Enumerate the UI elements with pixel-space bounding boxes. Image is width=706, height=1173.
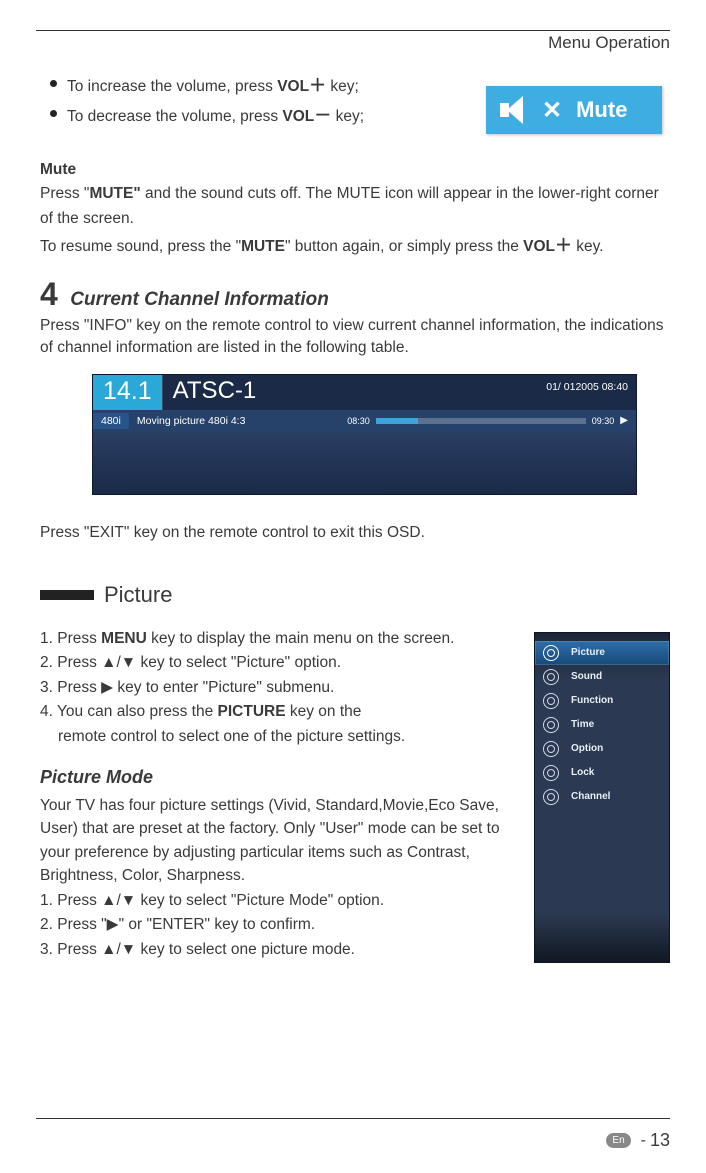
text: key. xyxy=(572,238,604,255)
menu-item-time[interactable]: Time xyxy=(535,713,669,737)
menu-item-label: Option xyxy=(571,743,603,754)
mute-key: MUTE" xyxy=(89,185,140,202)
osd-resolution: 480i xyxy=(93,413,129,429)
menu-item-label: Channel xyxy=(571,791,610,802)
text: To increase the volume, press xyxy=(67,78,277,95)
menu-item-picture[interactable]: Picture xyxy=(535,641,669,665)
mute-key: MUTE xyxy=(241,238,285,255)
menu-item-label: Sound xyxy=(571,671,602,682)
osd-channel-name: ATSC-1 xyxy=(162,375,547,410)
osd-end-time: 09:30 xyxy=(592,416,615,426)
section-desc: Press "INFO" key on the remote control t… xyxy=(40,315,670,360)
menu-item-function[interactable]: Function xyxy=(535,689,669,713)
picture-menu-icon xyxy=(543,645,559,661)
osd-program-title: Moving picture 480i 4:3 xyxy=(137,415,246,427)
vol-key: VOL xyxy=(523,238,555,255)
text: " button again, or simply press the xyxy=(285,238,523,255)
mute-osd-badge: ✕ Mute xyxy=(486,86,662,134)
sound-menu-icon xyxy=(543,669,559,685)
menu-item-lock[interactable]: Lock xyxy=(535,761,669,785)
text: Press " xyxy=(40,185,89,202)
section-title: Current Channel Information xyxy=(70,289,329,310)
text: key on the xyxy=(286,703,362,720)
language-badge: En xyxy=(606,1133,630,1148)
exit-instruction: Press "EXIT" key on the remote control t… xyxy=(40,521,670,546)
menu-item-label: Time xyxy=(571,719,594,730)
text: 1. Press xyxy=(40,630,101,647)
osd-datetime: 01/ 012005 08:40 xyxy=(546,375,636,393)
plus-symbol: ＋ xyxy=(555,236,572,255)
page-footer: En - 13 xyxy=(606,1130,670,1151)
time-menu-icon xyxy=(543,717,559,733)
picture-heading: Picture xyxy=(104,582,172,608)
play-icon: ▶ xyxy=(620,415,628,426)
channel-menu-icon xyxy=(543,789,559,805)
footer-rule xyxy=(36,1118,670,1119)
picture-key: PICTURE xyxy=(218,703,286,720)
menu-item-option[interactable]: Option xyxy=(535,737,669,761)
text: To resume sound, press the " xyxy=(40,238,241,255)
bullet-icon xyxy=(50,110,57,117)
step-3: 3. Press ▶ key to enter "Picture" submen… xyxy=(40,676,530,700)
section-number: 4 xyxy=(40,276,58,312)
menu-item-sound[interactable]: Sound xyxy=(535,665,669,689)
page-number: 13 xyxy=(650,1130,670,1151)
mute-badge-label: Mute xyxy=(576,97,627,123)
osd-body xyxy=(93,432,636,494)
mode-step-1: 1. Press ▲/▼ key to select "Picture Mode… xyxy=(40,889,530,913)
option-menu-icon xyxy=(543,741,559,757)
step-4b: remote control to select one of the pict… xyxy=(58,725,530,749)
minus-symbol: － xyxy=(314,106,331,125)
menu-item-label: Picture xyxy=(571,647,605,658)
osd-start-time: 08:30 xyxy=(347,416,370,426)
mode-step-3: 3. Press ▲/▼ key to select one picture m… xyxy=(40,938,530,962)
vol-key: VOL xyxy=(277,78,309,95)
text: key to display the main menu on the scre… xyxy=(147,630,455,647)
bullet-icon xyxy=(50,80,57,87)
mute-cross-icon: ✕ xyxy=(542,96,562,125)
text: key; xyxy=(326,78,359,95)
menu-key: MENU xyxy=(101,630,147,647)
menu-item-label: Lock xyxy=(571,767,594,778)
speaker-icon xyxy=(498,92,538,128)
channel-info-osd: 14.1 ATSC-1 01/ 012005 08:40 480i Moving… xyxy=(92,374,637,495)
picture-mode-heading: Picture Mode xyxy=(40,764,530,791)
picture-heading-row: Picture xyxy=(40,582,670,608)
menu-item-label: Function xyxy=(571,695,613,706)
plus-symbol: ＋ xyxy=(309,76,326,95)
footer-dash: - xyxy=(641,1132,646,1150)
vol-key: VOL xyxy=(282,108,314,125)
function-menu-icon xyxy=(543,693,559,709)
text: key; xyxy=(331,108,364,125)
heading-bar-icon xyxy=(40,590,94,600)
osd-progress-bar xyxy=(376,418,586,424)
menu-item-channel[interactable]: Channel xyxy=(535,785,669,809)
mute-heading: Mute xyxy=(40,161,76,178)
lock-menu-icon xyxy=(543,765,559,781)
section-title: Menu Operation xyxy=(0,31,706,69)
osd-channel-number: 14.1 xyxy=(93,375,162,410)
main-menu-osd: Picture Sound Function Time Option Lock xyxy=(534,632,670,963)
text: 4. You can also press the xyxy=(40,703,218,720)
text: To decrease the volume, press xyxy=(67,108,282,125)
picture-mode-desc: Your TV has four picture settings (Vivid… xyxy=(40,794,530,888)
mode-step-2: 2. Press "▶" or "ENTER" key to confirm. xyxy=(40,913,530,937)
step-2: 2. Press ▲/▼ key to select "Picture" opt… xyxy=(40,651,530,675)
